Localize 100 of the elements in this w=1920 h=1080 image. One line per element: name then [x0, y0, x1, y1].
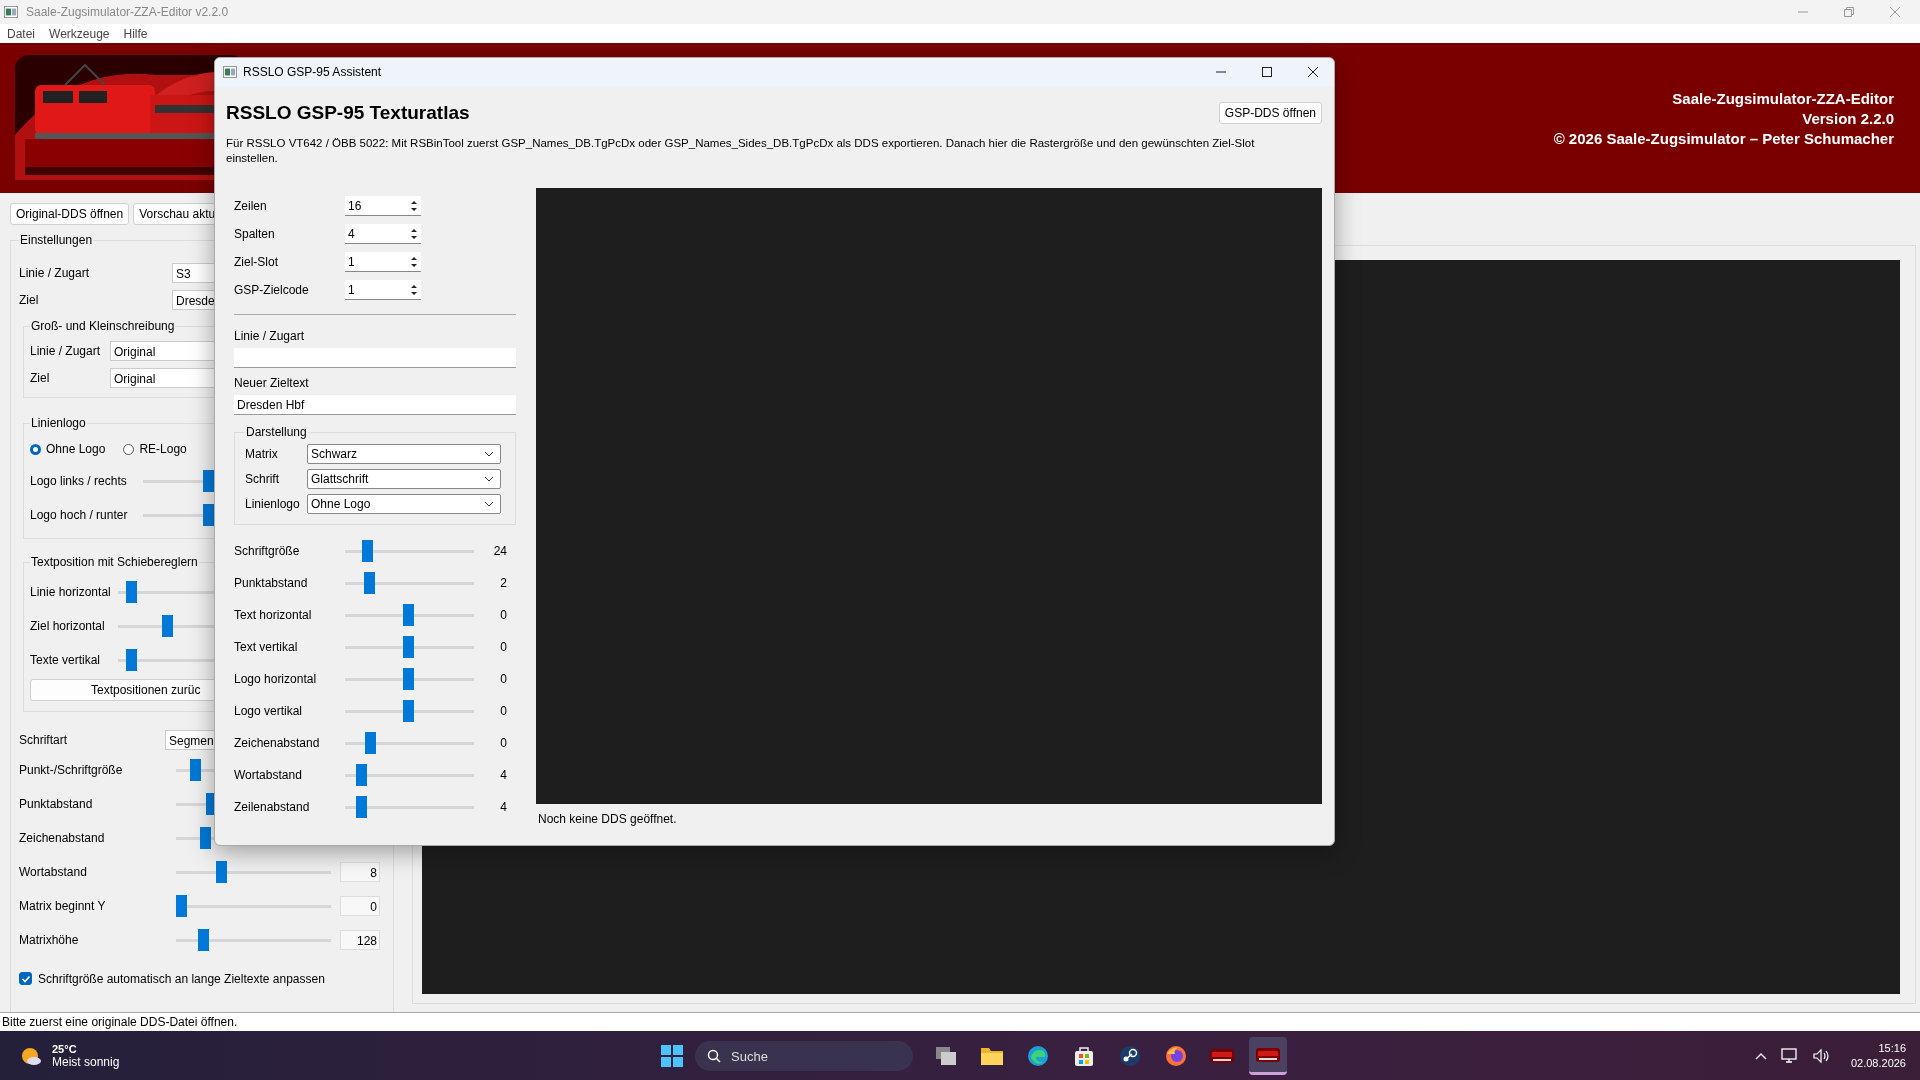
- field-label: Matrix: [245, 446, 279, 461]
- field-label: Linienlogo: [245, 496, 301, 511]
- slider-handle[interactable]: [363, 572, 375, 594]
- bag-icon: [1073, 1045, 1095, 1067]
- slider-label: Text vertikal: [234, 640, 299, 654]
- slider-label: Wortabstand: [234, 768, 303, 782]
- slider-label: Texte vertikal: [30, 653, 102, 667]
- group-title: Einstellungen: [19, 233, 94, 247]
- close-icon[interactable]: [1308, 67, 1318, 77]
- dropdown[interactable]: Ohne Logo: [307, 493, 501, 514]
- slider-label: Punktabstand: [19, 797, 94, 811]
- taskbar-app[interactable]: [1249, 1037, 1287, 1075]
- field-label: Spalten: [234, 227, 276, 241]
- field-label: Schrift: [245, 471, 280, 486]
- slider-handle[interactable]: [365, 732, 377, 754]
- spin-box[interactable]: 1: [345, 280, 421, 300]
- status-text: Bitte zuerst eine originale DDS-Datei öffnen.: [0, 1012, 1920, 1031]
- folder-icon: [980, 1045, 1004, 1067]
- slider-label: Logo vertikal: [234, 704, 304, 718]
- value-field[interactable]: 8: [340, 862, 380, 882]
- slider-handle[interactable]: [197, 929, 209, 951]
- chevron-down-icon: [484, 475, 494, 482]
- checkbox[interactable]: [19, 972, 32, 985]
- menu-item[interactable]: Datei: [7, 26, 35, 41]
- spin-box[interactable]: 16: [345, 196, 421, 216]
- slider-handle[interactable]: [202, 504, 214, 526]
- chevron-down-icon: [484, 450, 494, 457]
- browser-icon: [1165, 1045, 1187, 1067]
- train-icon: [1209, 1046, 1235, 1066]
- value-field[interactable]: 0: [340, 896, 380, 916]
- slider-label: Zeichenabstand: [19, 831, 106, 845]
- preview-status: Noch keine DDS geöffnet.: [538, 812, 678, 826]
- radio-button[interactable]: RE-Logo: [123, 442, 187, 456]
- app-icon: [223, 66, 237, 78]
- search-field[interactable]: Suche: [695, 1041, 913, 1071]
- slider-label: Zeichenabstand: [234, 736, 321, 750]
- slider-handle[interactable]: [402, 636, 414, 658]
- slider-label: Wortabstand: [19, 865, 88, 879]
- slider-label: Linie horizontal: [30, 585, 112, 599]
- slider-value: 0: [499, 608, 507, 622]
- clock[interactable]: 15:16 02.08.2026: [1850, 1040, 1906, 1071]
- slider-label: Ziel horizontal: [30, 619, 106, 633]
- open-button[interactable]: GSP-DDS öffnen: [1218, 102, 1322, 124]
- group-title: Groß- und Kleinschreibung: [30, 319, 176, 333]
- weather-text: Meist sonnig: [52, 1054, 120, 1069]
- slider-handle[interactable]: [126, 649, 138, 671]
- slider-value: 4: [499, 768, 507, 782]
- dialog-heading: RSSLO GSP-95 Texturatlas: [226, 102, 470, 124]
- slider-handle[interactable]: [402, 700, 414, 722]
- dropdown[interactable]: Schwarz: [307, 443, 501, 464]
- radio-button[interactable]: Ohne Logo: [30, 442, 106, 456]
- slider-label: Text horizontal: [234, 608, 313, 622]
- search-icon: [707, 1049, 721, 1063]
- field-label: Ziel: [30, 370, 51, 385]
- maximize-icon[interactable]: [1262, 67, 1272, 77]
- slider-handle[interactable]: [216, 861, 228, 883]
- slider-handle[interactable]: [402, 604, 414, 626]
- slider-handle[interactable]: [355, 796, 367, 818]
- monitor-icon[interactable]: [1780, 1047, 1799, 1064]
- slider-handle[interactable]: [361, 540, 373, 562]
- temperature: 25°C: [52, 1042, 78, 1055]
- spin-box[interactable]: 4: [345, 224, 421, 244]
- start-icon[interactable]: [661, 1045, 683, 1067]
- slider-value: 2: [499, 576, 507, 590]
- dropdown[interactable]: Glattschrift: [307, 468, 501, 489]
- slider-label: Matrixhöhe: [19, 933, 80, 947]
- toolbar-button[interactable]: Original-DDS öffnen: [10, 203, 130, 225]
- slider-value: 24: [492, 544, 507, 558]
- menu-item[interactable]: Werkzeuge: [49, 26, 110, 41]
- value-field[interactable]: 128: [340, 930, 380, 950]
- field-label: Ziel: [19, 292, 40, 307]
- slider-label: Logo hoch / runter: [30, 508, 129, 522]
- slider-value: 0: [499, 672, 507, 686]
- input-field[interactable]: [234, 348, 516, 368]
- menu-item[interactable]: Hilfe: [123, 26, 148, 41]
- input-field[interactable]: Dresden Hbf: [234, 395, 516, 415]
- field-label: Linie / Zugart: [30, 343, 102, 358]
- slider-handle[interactable]: [200, 827, 212, 849]
- slider-value: 4: [499, 800, 507, 814]
- slider-handle[interactable]: [190, 759, 202, 781]
- banner-text: Version 2.2.0: [1802, 109, 1894, 129]
- speaker-icon[interactable]: [1812, 1047, 1829, 1064]
- chevron-down-icon: [484, 500, 494, 507]
- slider-handle[interactable]: [355, 764, 367, 786]
- spin-box[interactable]: 1: [345, 252, 421, 272]
- slider-label: Logo links / rechts: [30, 474, 128, 488]
- slider-label: Punkt-/Schriftgröße: [19, 763, 124, 777]
- checkbox-label: Schriftgröße automatisch an lange Zieltexte anpassen: [38, 971, 325, 986]
- slider-label: Zeilenabstand: [234, 800, 311, 814]
- slider-handle[interactable]: [176, 895, 187, 917]
- chevron-up-icon[interactable]: [1754, 1051, 1767, 1060]
- slider-handle[interactable]: [126, 581, 138, 603]
- slider-handle[interactable]: [202, 470, 214, 492]
- slider-handle[interactable]: [402, 668, 414, 690]
- restore-icon[interactable]: [1844, 7, 1854, 17]
- banner-text: Saale-Zugsimulator-ZZA-Editor: [1672, 89, 1894, 109]
- banner-text: © 2026 Saale-Zugsimulator – Peter Schumacher: [1553, 129, 1894, 149]
- slider-label: Punktabstand: [234, 576, 309, 590]
- slider-handle[interactable]: [162, 615, 174, 637]
- slider-label: Matrix beginnt Y: [19, 899, 107, 913]
